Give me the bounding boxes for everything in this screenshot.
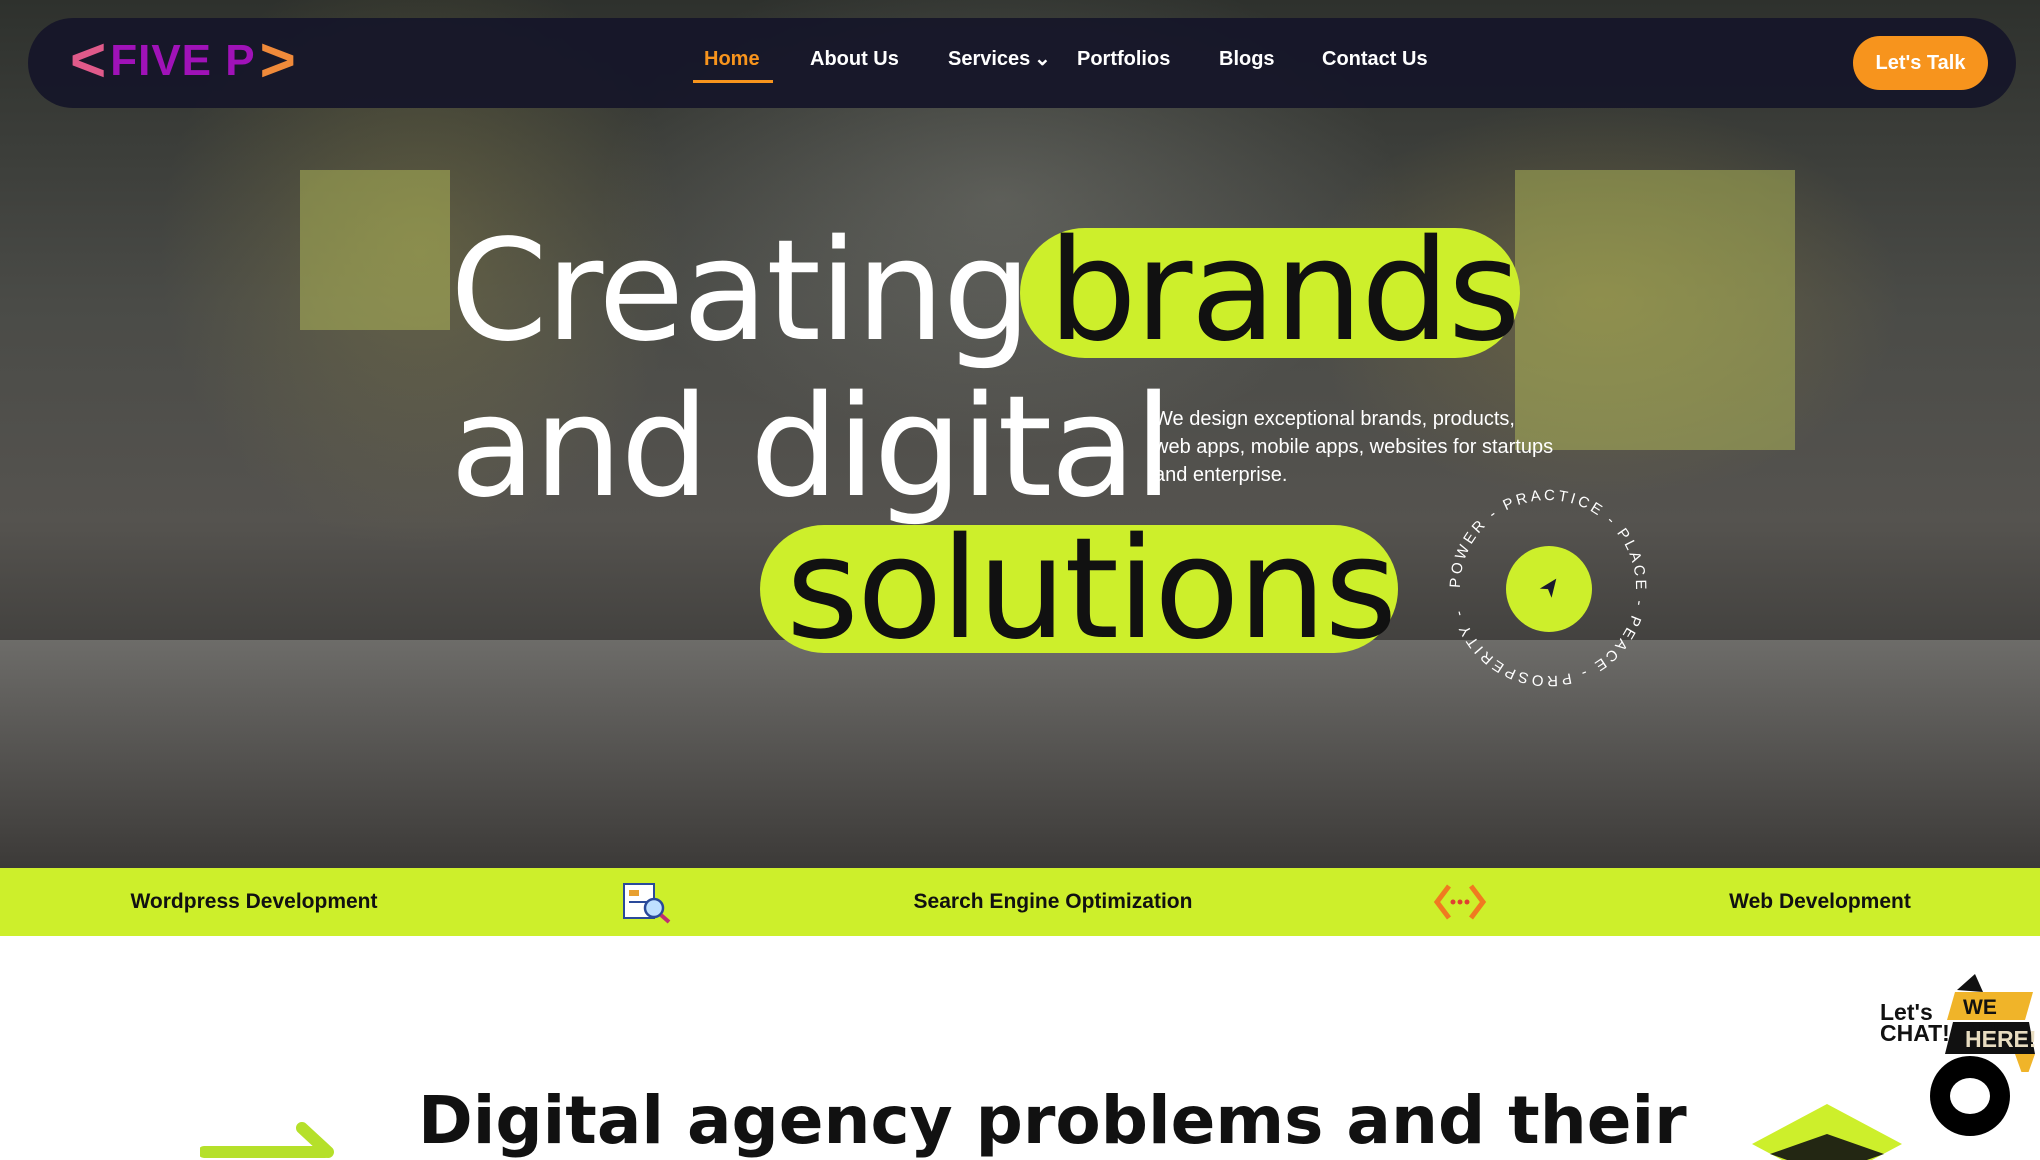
service-seo: Search Engine Optimization <box>913 890 1193 913</box>
hero-description: We design exceptional brands, products, … <box>1154 408 1554 486</box>
here-label: HERE! <box>1965 1026 2037 1052</box>
hero-line-1: Creating <box>450 210 1032 373</box>
chat-button[interactable] <box>1930 1056 2010 1136</box>
chat-bubble-icon <box>1950 1078 1990 1114</box>
code-icon <box>1433 884 1487 920</box>
nav-portfolios[interactable]: Portfolios <box>1077 48 1170 71</box>
service-web-dev: Web Development <box>1729 890 1911 913</box>
scroll-badge-button[interactable] <box>1506 546 1592 632</box>
chat-widget[interactable]: Let's CHAT! WE ARE HERE! <box>1875 960 2040 1140</box>
sticky-note <box>300 170 450 330</box>
nav-blogs[interactable]: Blogs <box>1219 48 1275 71</box>
nav-contact-us[interactable]: Contact Us <box>1322 48 1428 71</box>
arrow-right-icon <box>200 1122 334 1158</box>
hero-highlight-solutions: solutions <box>786 508 1397 671</box>
hero-line-2: and digital <box>450 366 1173 529</box>
lets-talk-button[interactable]: Let's Talk <box>1853 36 1988 90</box>
hero-highlight-brands: brands <box>1048 210 1521 373</box>
active-underline <box>693 80 773 83</box>
section-heading: Digital agency problems and their <box>418 1082 1687 1159</box>
chevron-down-icon[interactable]: ⌄ <box>1034 46 1051 71</box>
logo-text: FIVE P <box>110 36 256 85</box>
nav-services[interactable]: Services <box>948 48 1030 71</box>
services-strip: Wordpress Development Search Engine Opti… <box>0 868 2040 936</box>
nav-home[interactable]: Home <box>704 48 760 71</box>
seo-search-icon <box>623 883 671 924</box>
service-wordpress: Wordpress Development <box>130 890 378 913</box>
sticky-note <box>1515 170 1795 450</box>
navigation-arrow-icon <box>1539 578 1557 598</box>
nav-about-us[interactable]: About Us <box>810 48 899 71</box>
logo[interactable]: < FIVE P > <box>70 30 296 92</box>
lets-chat-label: Let's CHAT! <box>1880 999 1950 1046</box>
desk-background <box>0 640 2040 868</box>
